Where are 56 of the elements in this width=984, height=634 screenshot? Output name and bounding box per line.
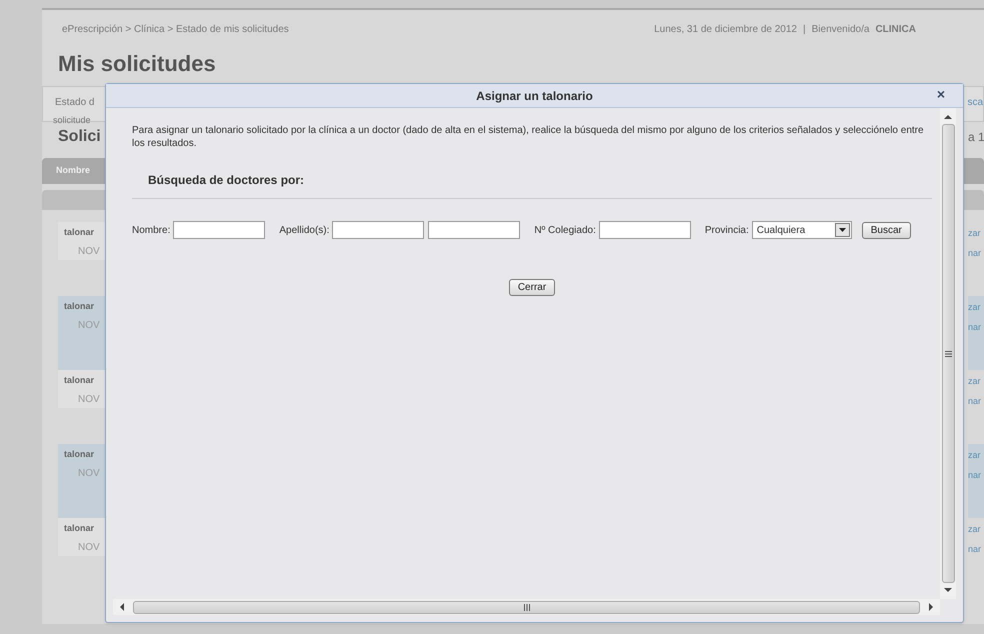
- page-count: a 1: [968, 129, 984, 146]
- field-label: Nombre:: [132, 224, 170, 238]
- link-text: sca: [967, 96, 983, 110]
- link-text: nar: [968, 468, 982, 482]
- link-text: zar: [968, 449, 982, 462]
- table-cell-text: talonar: [63, 522, 96, 535]
- section-heading: Búsqueda de doctores por:: [148, 173, 304, 187]
- horizontal-scrollbar[interactable]: [113, 599, 940, 615]
- scroll-down-icon[interactable]: [944, 587, 952, 593]
- table-cell-text: NOV: [77, 244, 101, 258]
- grip-icon: [524, 604, 530, 610]
- instructions-text: Para asignar un talonario solicitado por la clínica a un doctor (dado de alta en el sistema), realice la búsqueda del mismo por alguno de los criterios señalados y selecciónelo entre los resultados.: [132, 124, 925, 150]
- link-text: zar: [968, 523, 982, 536]
- province-dropdown[interactable]: Cualquiera: [752, 221, 852, 239]
- table-cell-text: talonar: [63, 448, 96, 461]
- welcome-text: Bienvenido/a: [812, 23, 870, 37]
- dropdown-arrow-icon: [838, 228, 846, 232]
- close-button[interactable]: ×: [936, 87, 945, 101]
- link-text: nar: [968, 246, 982, 260]
- search-button[interactable]: Buscar: [862, 222, 911, 238]
- link-text: zar: [968, 227, 982, 240]
- breadcrumb: ePrescripción > Clínica > Estado de mis solicitudes: [62, 23, 289, 37]
- link-text: nar: [968, 320, 982, 334]
- close-dialog-button[interactable]: Cerrar: [508, 279, 556, 296]
- page-title: Mis solicitudes: [58, 51, 216, 76]
- scroll-up-icon[interactable]: [944, 114, 952, 120]
- column-header: Nombre: [56, 164, 90, 178]
- separator: |: [803, 23, 806, 37]
- table-cell-text: NOV: [77, 466, 101, 480]
- section-title: Solici: [58, 127, 101, 147]
- field-label: Apellido(s):: [279, 224, 330, 238]
- input-field[interactable]: [173, 221, 266, 239]
- table-cell-text: NOV: [77, 318, 101, 332]
- field-label: Nº Colegiado:: [534, 224, 596, 238]
- link-text: nar: [968, 394, 982, 408]
- date-text: Lunes, 31 de diciembre de 2012: [654, 23, 797, 37]
- table-cell-text: NOV: [77, 392, 101, 406]
- link-text: zar: [968, 375, 982, 388]
- grip-icon: [944, 350, 952, 356]
- table-cell-text: NOV: [77, 540, 101, 554]
- table-cell-text: talonar: [63, 226, 96, 239]
- table-cell-text: talonar: [63, 300, 96, 313]
- dialog-title: Asignar un talonario: [476, 88, 593, 104]
- table-cell-text: talonar: [63, 374, 96, 387]
- scroll-right-icon[interactable]: [928, 603, 934, 611]
- field-label: Provincia:: [704, 224, 749, 238]
- tab-subtitle: solicitude: [53, 114, 92, 127]
- input-field[interactable]: [428, 221, 520, 239]
- scroll-left-icon[interactable]: [119, 603, 125, 611]
- link-text: nar: [968, 542, 982, 556]
- input-field[interactable]: [598, 221, 691, 239]
- tab-label: Estado d: [55, 96, 94, 110]
- input-field[interactable]: [332, 221, 424, 239]
- vertical-scrollbar[interactable]: [940, 108, 956, 599]
- user-name: CLINICA: [875, 23, 916, 37]
- link-text: zar: [968, 301, 982, 314]
